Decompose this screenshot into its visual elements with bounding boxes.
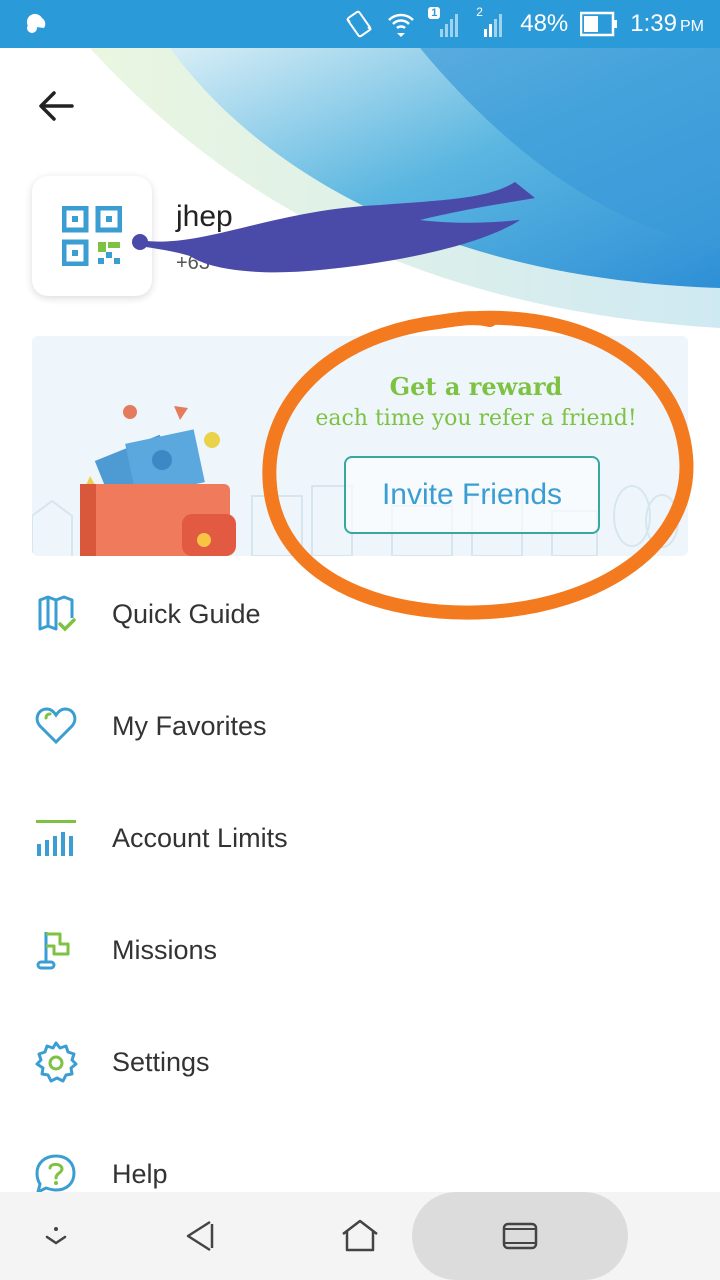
clock-suffix: PM: [680, 18, 704, 35]
sim1-signal-icon: 1: [428, 7, 462, 39]
sim1-badge: 1: [428, 7, 441, 19]
book-check-icon: [32, 590, 80, 638]
clock: 1:39 PM: [630, 10, 704, 38]
clock-time: 1:39: [630, 10, 677, 37]
menu-item-quick-guide[interactable]: Quick Guide: [0, 558, 720, 670]
menu-item-label: Missions: [112, 934, 218, 965]
sim2-badge: 2: [476, 5, 483, 19]
battery-percent: 48%: [520, 10, 569, 37]
chevron-down-icon: [45, 1227, 67, 1245]
menu-item-label: Quick Guide: [112, 598, 261, 629]
gear-icon: [32, 1038, 80, 1086]
triangle-back-icon: [186, 1220, 214, 1252]
qr-code-icon: [62, 206, 122, 266]
wallet-illustration: [80, 405, 236, 556]
help-bubble-icon: [32, 1150, 80, 1198]
banner-subtitle: each time you refer a friend!: [315, 406, 637, 431]
invite-friends-button[interactable]: Invite Friends: [344, 456, 600, 534]
menu-item-label: Account Limits: [112, 822, 288, 853]
banner-title: Get a reward: [389, 372, 563, 401]
menu-item-account-limits[interactable]: Account Limits: [0, 782, 720, 894]
sim2-signal-icon: 2: [474, 5, 508, 39]
back-arrow-icon: [39, 91, 74, 121]
status-bar: 1 2 48% 1:39 PM: [0, 0, 720, 48]
bar-chart-icon: [32, 814, 80, 862]
menu-item-my-favorites[interactable]: My Favorites: [0, 670, 720, 782]
home-icon: [342, 1219, 378, 1252]
referral-banner: Get a reward each time you refer a frien…: [32, 336, 688, 556]
menu-list: Quick Guide My Favorites Account Limits: [0, 558, 720, 1230]
recent-apps-button[interactable]: [484, 1192, 556, 1280]
battery-icon: [580, 11, 618, 37]
back-nav-button[interactable]: [164, 1192, 236, 1280]
system-navigation-bar: [0, 1192, 720, 1280]
menu-item-missions[interactable]: Missions: [0, 894, 720, 1006]
menu-item-label: Settings: [112, 1046, 210, 1077]
heart-icon: [32, 702, 80, 750]
wifi-icon: [388, 13, 415, 37]
vibrate-icon: [346, 10, 372, 38]
flag-icon: [32, 926, 80, 974]
home-nav-button[interactable]: [324, 1192, 396, 1280]
hide-nav-button[interactable]: [20, 1192, 92, 1280]
app-notification-icon: [26, 13, 46, 33]
menu-item-label: My Favorites: [112, 710, 267, 741]
redaction-scribble: [132, 182, 535, 273]
recent-apps-icon: [502, 1222, 538, 1250]
menu-item-label: Help: [112, 1158, 168, 1189]
menu-item-settings[interactable]: Settings: [0, 1006, 720, 1118]
back-button[interactable]: [34, 84, 78, 128]
